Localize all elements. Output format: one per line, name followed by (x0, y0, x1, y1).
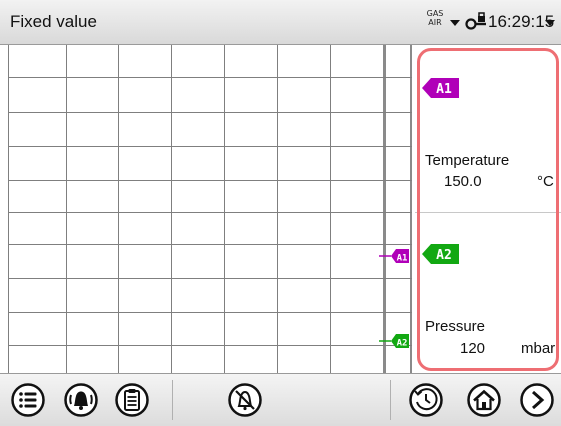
controller-screen: Fixed value GAS AIR 16:29:15 A1 A2 A1 Te… (0, 0, 561, 426)
temperature-label: Temperature (425, 152, 510, 169)
a2-chart-marker: A2 (379, 334, 409, 349)
grid-hline (8, 244, 412, 245)
clock-dropdown-chevron-icon[interactable] (545, 20, 555, 26)
grid-hline (8, 180, 412, 181)
chart-edge (410, 45, 412, 373)
grid-vline (8, 45, 9, 373)
grid-vline (118, 45, 119, 373)
next-button[interactable] (519, 382, 555, 418)
temperature-value: 150.0 (444, 173, 482, 190)
grid-vline (171, 45, 172, 373)
key-lock-icon[interactable] (465, 12, 487, 32)
grid-vline (66, 45, 67, 373)
grid-vline (224, 45, 225, 373)
grid-hline (8, 312, 412, 313)
grid-hline (8, 345, 412, 346)
gas-label: GAS (426, 9, 444, 18)
pressure-unit: mbar (521, 340, 556, 357)
footer-divider (172, 380, 173, 420)
temperature-unit: °C (537, 173, 554, 190)
a2-tag-icon[interactable]: A2 (422, 243, 460, 265)
a2-tag-label: A2 (436, 248, 452, 263)
list-icon (19, 392, 37, 408)
gas-air-indicator: GAS AIR (424, 9, 446, 27)
a1-tag-icon[interactable]: A1 (422, 77, 460, 99)
a1-chart-marker: A1 (379, 249, 409, 264)
header-bar: Fixed value GAS AIR 16:29:15 (0, 0, 561, 45)
menu-button[interactable] (10, 382, 46, 418)
trend-chart: A1 A2 (0, 45, 412, 373)
grid-hline (8, 146, 412, 147)
acoustic-alarm-off-button[interactable] (227, 382, 263, 418)
home-button[interactable] (466, 382, 502, 418)
grid-hline (8, 278, 412, 279)
alarm-button[interactable] (63, 382, 99, 418)
a1-chart-marker-label: A1 (397, 254, 408, 264)
grid-hline (8, 112, 412, 113)
a2-chart-marker-label: A2 (397, 339, 408, 349)
grid-vline (277, 45, 278, 373)
chart-right-axis (383, 45, 386, 373)
a1-tag-label: A1 (436, 82, 452, 97)
gas-dropdown-chevron-icon[interactable] (450, 20, 460, 26)
page-title: Fixed value (10, 12, 97, 31)
timer-button[interactable] (408, 382, 444, 418)
grid-vline (330, 45, 331, 373)
grid-hline (8, 212, 412, 213)
panel-divider (415, 212, 561, 213)
event-list-button[interactable] (114, 382, 150, 418)
pressure-value: 120 (460, 340, 486, 357)
footer-divider (390, 380, 391, 420)
grid-hline (8, 77, 412, 78)
air-label: AIR (428, 18, 442, 27)
pressure-label: Pressure (425, 318, 486, 335)
